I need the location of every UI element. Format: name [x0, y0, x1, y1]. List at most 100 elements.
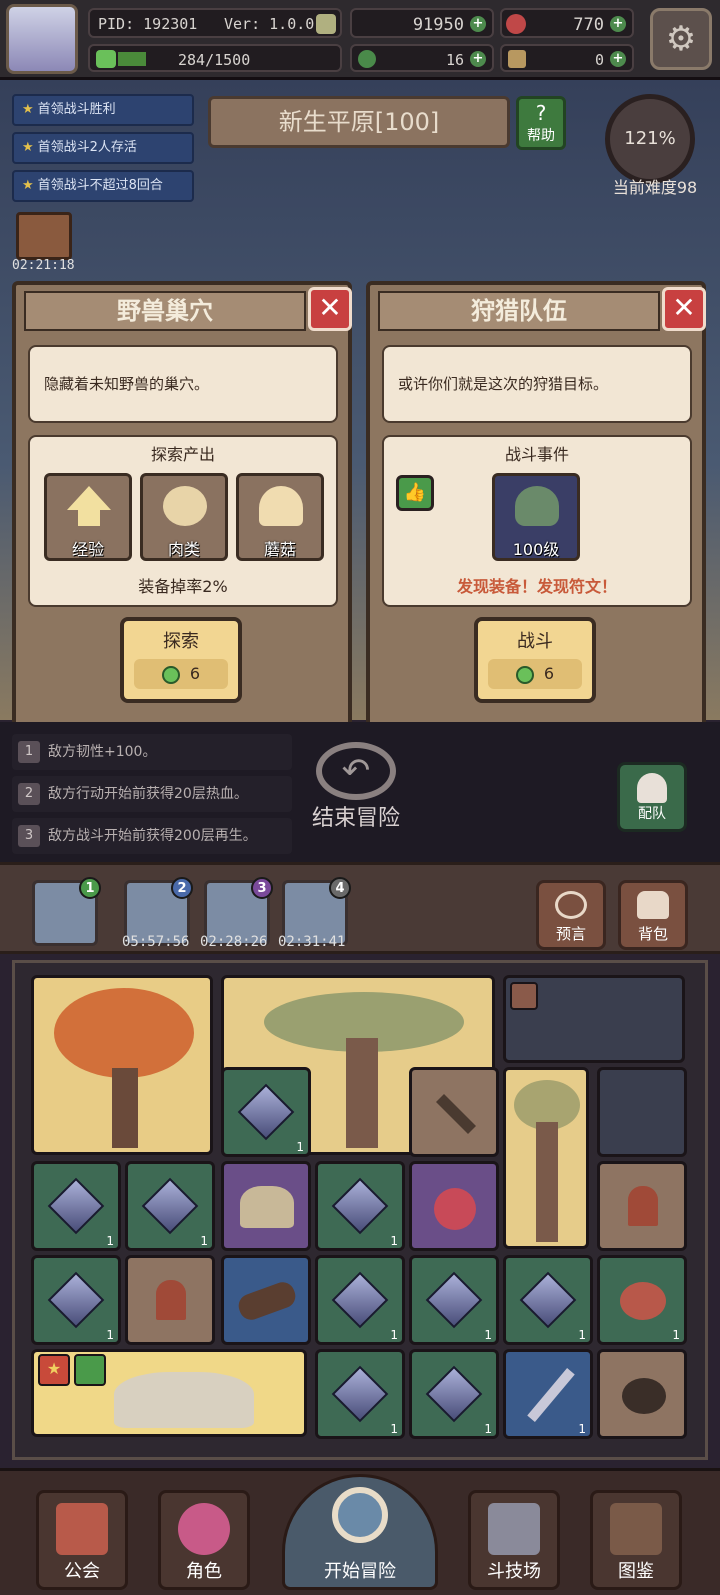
crystal-tile[interactable]: 1 [315, 1255, 405, 1345]
energy-gem-icon [515, 665, 534, 684]
nav-codex[interactable]: 图鉴 [590, 1490, 682, 1590]
event-card-beast-lair: 野兽巢穴 ✕ 隐藏着未知野兽的巢穴。 探索产出 经验 肉类 蘑菇 装备掉率2% … [12, 281, 352, 731]
nav-arena[interactable]: 斗技场 [468, 1490, 560, 1590]
crystal-icon [47, 1271, 105, 1329]
help-button[interactable]: ? 帮助 [516, 96, 566, 150]
nav-character[interactable]: 角色 [158, 1490, 250, 1590]
tree-trunk-icon [346, 1038, 378, 1148]
squad-button[interactable]: 配队 [617, 762, 687, 832]
rock-tile[interactable] [221, 1161, 311, 1251]
clover-icon [358, 50, 376, 68]
meat-tile[interactable]: 1 [597, 1255, 687, 1345]
crystal-tile[interactable]: 1 [503, 1255, 593, 1345]
chest-icon[interactable] [16, 212, 72, 260]
crystal-tile[interactable]: 1 [315, 1161, 405, 1251]
reward-label: 经验 [71, 540, 104, 559]
crystal-tile[interactable]: 1 [315, 1349, 405, 1439]
explore-button[interactable]: 探索 6 [120, 617, 242, 703]
explore-label: 探索 [163, 631, 199, 652]
key-text: 0 [594, 51, 604, 69]
dark-tile[interactable] [597, 1067, 687, 1157]
cost-display: 6 [488, 659, 582, 689]
prophecy-button[interactable]: 预言 [536, 880, 606, 950]
gem-plus-icon[interactable]: + [610, 16, 626, 32]
crystal-icon [331, 1271, 389, 1329]
top-bar: PID: 192301 Ver: 1.0.0.1 284/1500 91950 … [0, 0, 720, 80]
item-count: 1 [200, 1234, 208, 1248]
close-icon[interactable]: ✕ [308, 287, 352, 331]
gold-plus-icon[interactable]: + [470, 16, 486, 32]
star-icon: ★ [22, 140, 34, 155]
gold-icon [316, 14, 336, 34]
rule-number: 3 [18, 825, 40, 847]
zone-badge: 4 [329, 877, 351, 899]
item-count: 1 [106, 1234, 114, 1248]
meat-icon [620, 1282, 666, 1320]
player-avatar[interactable] [6, 4, 78, 74]
battle-button[interactable]: 战斗 6 [474, 617, 596, 703]
end-adventure-button[interactable]: ↶ 结束冒险 [300, 742, 412, 842]
crystal-tile[interactable]: 1 [31, 1161, 121, 1251]
pickaxe-tile[interactable] [409, 1067, 499, 1157]
key-plus-icon[interactable]: + [610, 51, 626, 67]
zone-bar [0, 862, 720, 954]
crystal-icon [141, 1177, 199, 1235]
section-title: 战斗事件 [504, 445, 569, 464]
reward-slot-mushroom[interactable]: 蘑菇 [236, 473, 324, 561]
tree-canopy-icon [54, 988, 194, 1078]
section-title: 探索产出 [150, 445, 215, 464]
crystal-tile[interactable]: 1 [221, 1067, 311, 1157]
bag-button[interactable]: 背包 [618, 880, 688, 950]
rule-number: 1 [18, 741, 40, 763]
crystal-tile[interactable]: 1 [31, 1255, 121, 1345]
id-panel: PID: 192301 Ver: 1.0.0.1 [88, 8, 342, 38]
zone-timer: 02:31:41 [278, 934, 346, 950]
clover-plus-icon[interactable]: + [470, 51, 486, 67]
pid-text: PID: 192301 [98, 15, 198, 33]
exp-text: 284/1500 [178, 51, 251, 69]
nav-guild[interactable]: 公会 [36, 1490, 128, 1590]
reward-slot-meat[interactable]: 肉类 [140, 473, 228, 561]
log-tile[interactable] [221, 1255, 311, 1345]
settings-gear-icon[interactable]: ⚙ [650, 8, 712, 70]
reward-slot-exp[interactable]: 经验 [44, 473, 132, 561]
pot-tile[interactable] [597, 1349, 687, 1439]
autumn-tree-tile[interactable] [31, 975, 213, 1155]
close-icon[interactable]: ✕ [662, 287, 706, 331]
exp-bar: 284/1500 [88, 44, 342, 72]
clover-panel: 16 + [350, 44, 494, 72]
difficulty-dial[interactable]: 121% [605, 94, 695, 184]
skull-rock-tile[interactable]: ★ [31, 1349, 307, 1437]
cost-value: 6 [189, 664, 201, 683]
tree-trunk-icon [536, 1122, 558, 1242]
door-tile[interactable] [125, 1255, 215, 1345]
locked-tile[interactable] [503, 975, 685, 1063]
nav-label: 开始冒险 [324, 1561, 396, 1582]
nav-label: 角色 [186, 1561, 222, 1582]
crystal-tile[interactable]: 1 [409, 1255, 499, 1345]
enemy-avatar-icon [515, 486, 559, 526]
cost-value: 6 [543, 664, 555, 683]
door-tile[interactable] [597, 1161, 687, 1251]
dagger-tile[interactable]: 1 [503, 1349, 593, 1439]
clover-text: 16 [445, 51, 464, 69]
berry-tile[interactable] [409, 1161, 499, 1251]
crystal-tile[interactable]: 1 [409, 1349, 499, 1439]
energy-gem-icon [161, 665, 180, 684]
nav-label: 斗技场 [487, 1561, 541, 1582]
enemy-portrait[interactable]: 100级 [492, 473, 580, 561]
bag-label: 背包 [637, 925, 668, 943]
thumbs-up-icon[interactable]: 👍 [396, 475, 434, 511]
chest-timer: 02:21:18 [12, 258, 75, 273]
card-title: 狩猎队伍 [378, 291, 660, 331]
crystal-tile[interactable]: 1 [125, 1161, 215, 1251]
crystal-icon [331, 1365, 389, 1423]
objective-label: 首领战斗2人存活 [37, 140, 137, 155]
crystal-icon [425, 1271, 483, 1329]
small-tree-tile[interactable] [503, 1067, 589, 1249]
zone-slot-1[interactable]: 1 [32, 877, 101, 946]
reward-label: 肉类 [167, 540, 200, 559]
item-count: 1 [106, 1328, 114, 1342]
rule-text: 敌方战斗开始前获得200层再生。 [48, 828, 257, 844]
mushroom-icon [259, 486, 303, 526]
